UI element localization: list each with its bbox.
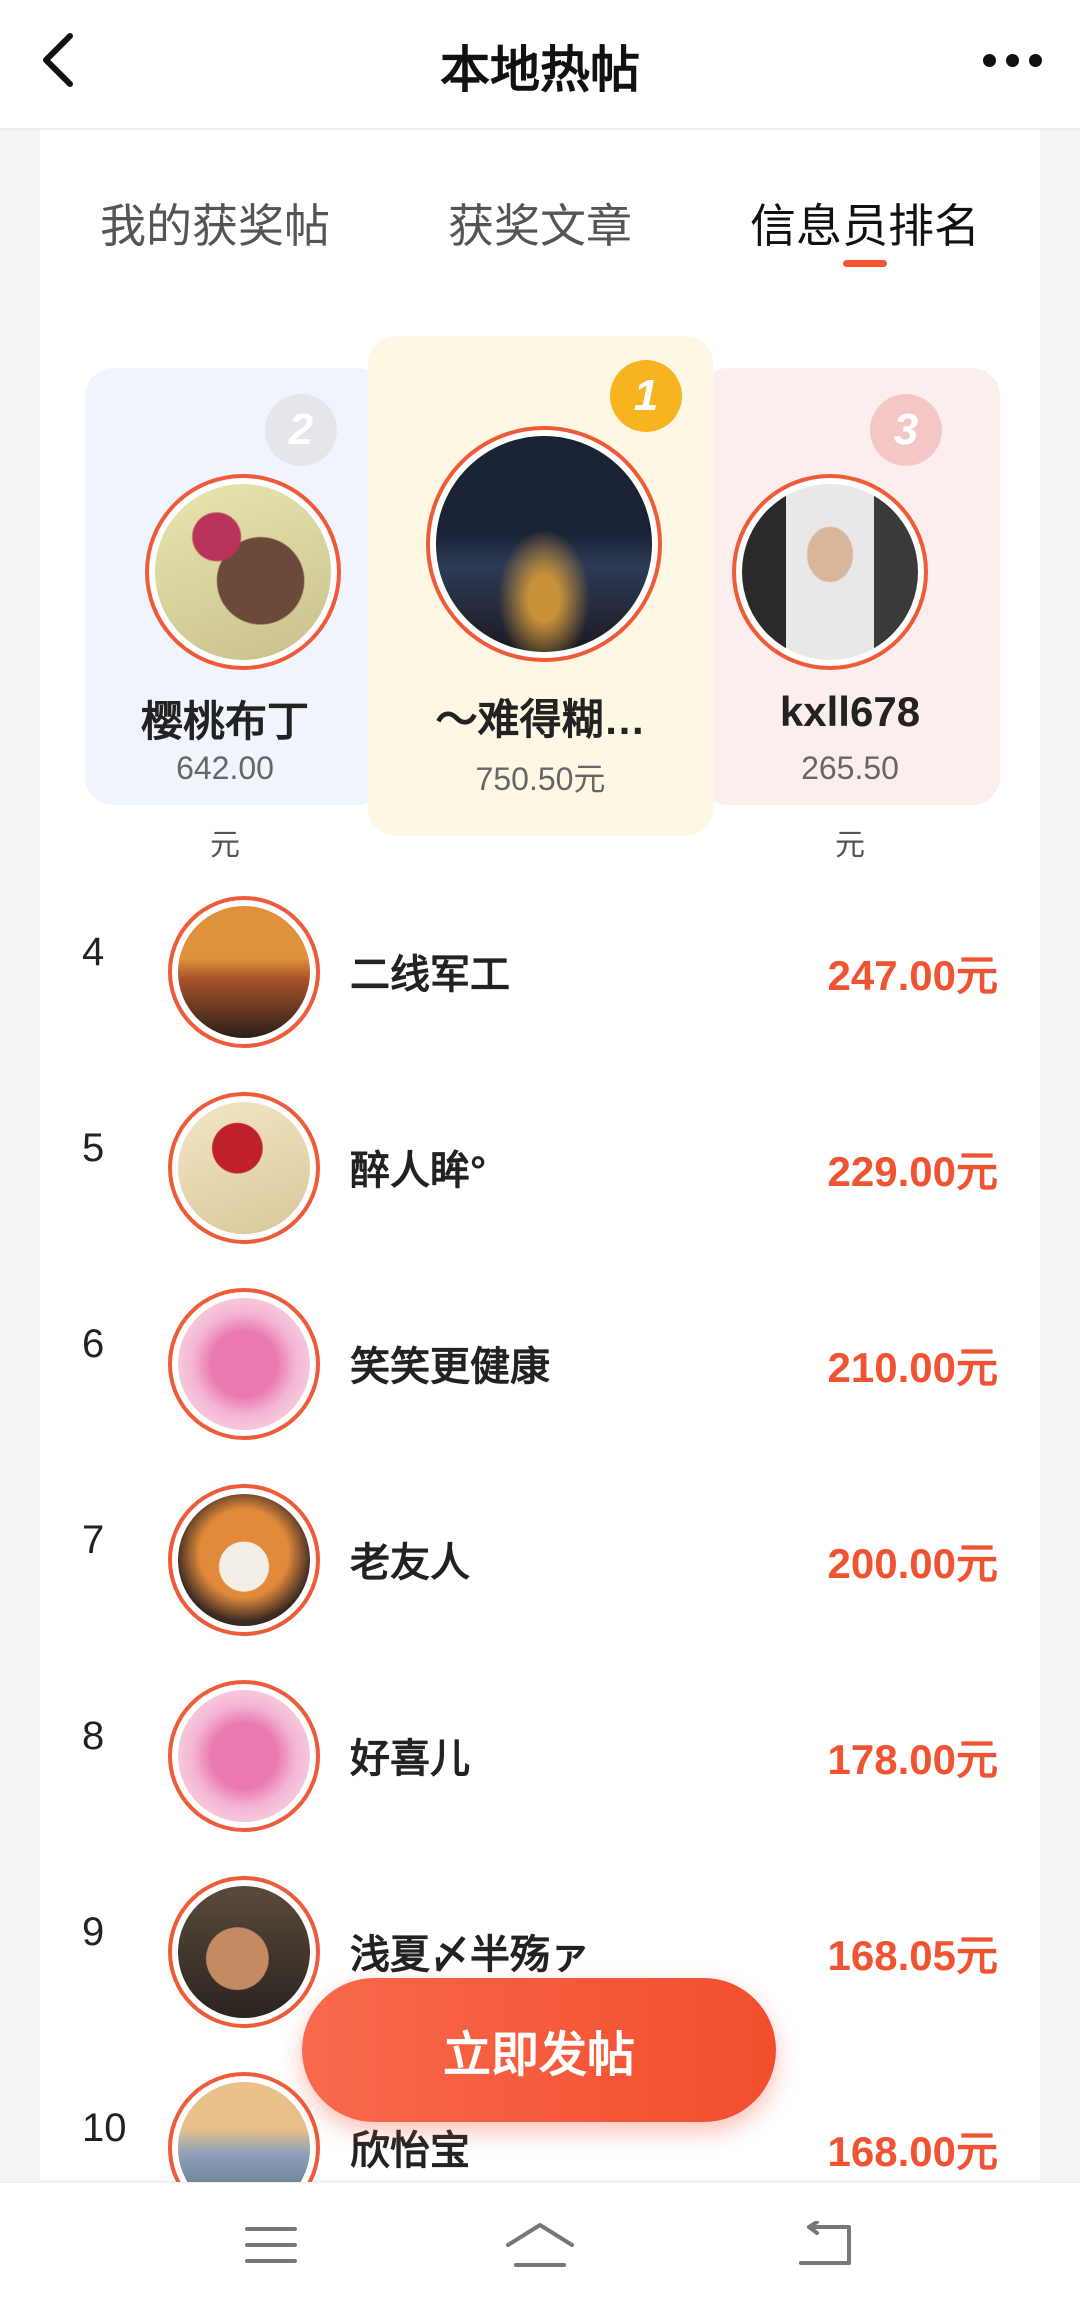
rank-number: 9 bbox=[82, 1910, 105, 1954]
ranking-amount: 168.05元 bbox=[827, 1932, 998, 1979]
ranking-name: 浅夏〆半殇ァ bbox=[350, 1933, 590, 1977]
ranking-name: 好喜儿 bbox=[350, 1737, 470, 1781]
menu-icon bbox=[245, 2227, 297, 2263]
avatar bbox=[732, 474, 928, 670]
tab-my-awarded-posts[interactable]: 我的获奖帖 bbox=[100, 190, 330, 256]
rank-3-badge-icon: 3 bbox=[870, 394, 942, 466]
podium-name: 樱桃布丁 bbox=[140, 698, 309, 745]
ranking-row[interactable]: 8 好喜儿 178.00元 bbox=[40, 1644, 1040, 1840]
ranking-name: 欣怡宝 bbox=[350, 2129, 470, 2173]
rank-number: 10 bbox=[82, 2106, 127, 2150]
ranking-row[interactable]: 4 二线军工 247.00元 bbox=[40, 860, 1040, 1056]
avatar bbox=[168, 1680, 320, 1832]
avatar bbox=[145, 474, 341, 670]
page-title: 本地热帖 bbox=[440, 42, 640, 98]
content-card: 我的获奖帖 获奖文章 信息员排名 2 樱桃布丁 642.00 元 3 kxll6… bbox=[40, 130, 1040, 2224]
more-button[interactable] bbox=[972, 40, 1052, 80]
podium-amount: 750.50元 bbox=[475, 761, 606, 797]
podium-name: kxll678 bbox=[779, 688, 921, 735]
avatar bbox=[168, 1288, 320, 1440]
ranking-amount: 229.00元 bbox=[827, 1148, 998, 1195]
tab-bar: 我的获奖帖 获奖文章 信息员排名 bbox=[40, 190, 1040, 300]
ranking-row[interactable]: 5 醉人眸° 229.00元 bbox=[40, 1056, 1040, 1252]
ranking-name: 笑笑更健康 bbox=[350, 1345, 550, 1389]
ranking-amount: 247.00元 bbox=[827, 952, 998, 999]
ranking-amount: 178.00元 bbox=[827, 1736, 998, 1783]
avatar bbox=[168, 1092, 320, 1244]
podium-unit: 元 bbox=[210, 829, 240, 862]
ranking-row[interactable]: 7 老友人 200.00元 bbox=[40, 1448, 1040, 1644]
more-icon-dot bbox=[1005, 53, 1019, 67]
avatar bbox=[168, 1876, 320, 2028]
tab-reporter-ranking[interactable]: 信息员排名 bbox=[750, 190, 980, 256]
ranking-name: 二线军工 bbox=[350, 953, 510, 997]
podium-name: ～难得糊… bbox=[435, 696, 646, 743]
rank-number: 5 bbox=[82, 1126, 105, 1170]
rank-number: 8 bbox=[82, 1714, 105, 1758]
avatar bbox=[168, 896, 320, 1048]
podium-card-rank-1[interactable]: 1 ～难得糊… 750.50元 bbox=[368, 336, 713, 836]
podium-amount: 265.50 bbox=[801, 750, 899, 786]
return-button[interactable] bbox=[780, 2213, 870, 2277]
ranking-amount: 210.00元 bbox=[827, 1344, 998, 1391]
rank-number: 4 bbox=[82, 930, 105, 974]
home-button[interactable] bbox=[495, 2213, 585, 2277]
podium-amount: 642.00 bbox=[176, 750, 274, 786]
ranking-name: 老友人 bbox=[350, 1541, 470, 1585]
tab-active-indicator bbox=[843, 260, 887, 267]
avatar bbox=[168, 1484, 320, 1636]
ranking-name: 醉人眸° bbox=[350, 1149, 486, 1193]
ranking-amount: 168.00元 bbox=[827, 2128, 998, 2175]
rank-number: 7 bbox=[82, 1518, 105, 1562]
home-icon bbox=[506, 2223, 574, 2267]
more-icon-dot bbox=[1028, 53, 1042, 67]
rank-number: 6 bbox=[82, 1322, 105, 1366]
system-nav-bar bbox=[0, 2182, 1080, 2308]
ranking-row[interactable]: 6 笑笑更健康 210.00元 bbox=[40, 1252, 1040, 1448]
more-icon bbox=[982, 53, 996, 67]
podium-card-rank-3[interactable]: 3 kxll678 265.50 bbox=[700, 368, 1000, 805]
top-bar: 本地热帖 bbox=[0, 0, 1080, 130]
return-icon bbox=[799, 2221, 851, 2265]
rank-2-badge-icon: 2 bbox=[265, 394, 337, 466]
tab-awarded-articles[interactable]: 获奖文章 bbox=[448, 190, 632, 256]
avatar bbox=[426, 426, 662, 662]
menu-button[interactable] bbox=[226, 2213, 316, 2277]
podium-card-rank-2[interactable]: 2 樱桃布丁 642.00 bbox=[85, 368, 385, 805]
rank-1-badge-icon: 1 bbox=[610, 360, 682, 432]
ranking-amount: 200.00元 bbox=[827, 1540, 998, 1587]
post-now-button[interactable]: 立即发帖 bbox=[302, 1978, 776, 2122]
podium-unit: 元 bbox=[835, 829, 865, 862]
